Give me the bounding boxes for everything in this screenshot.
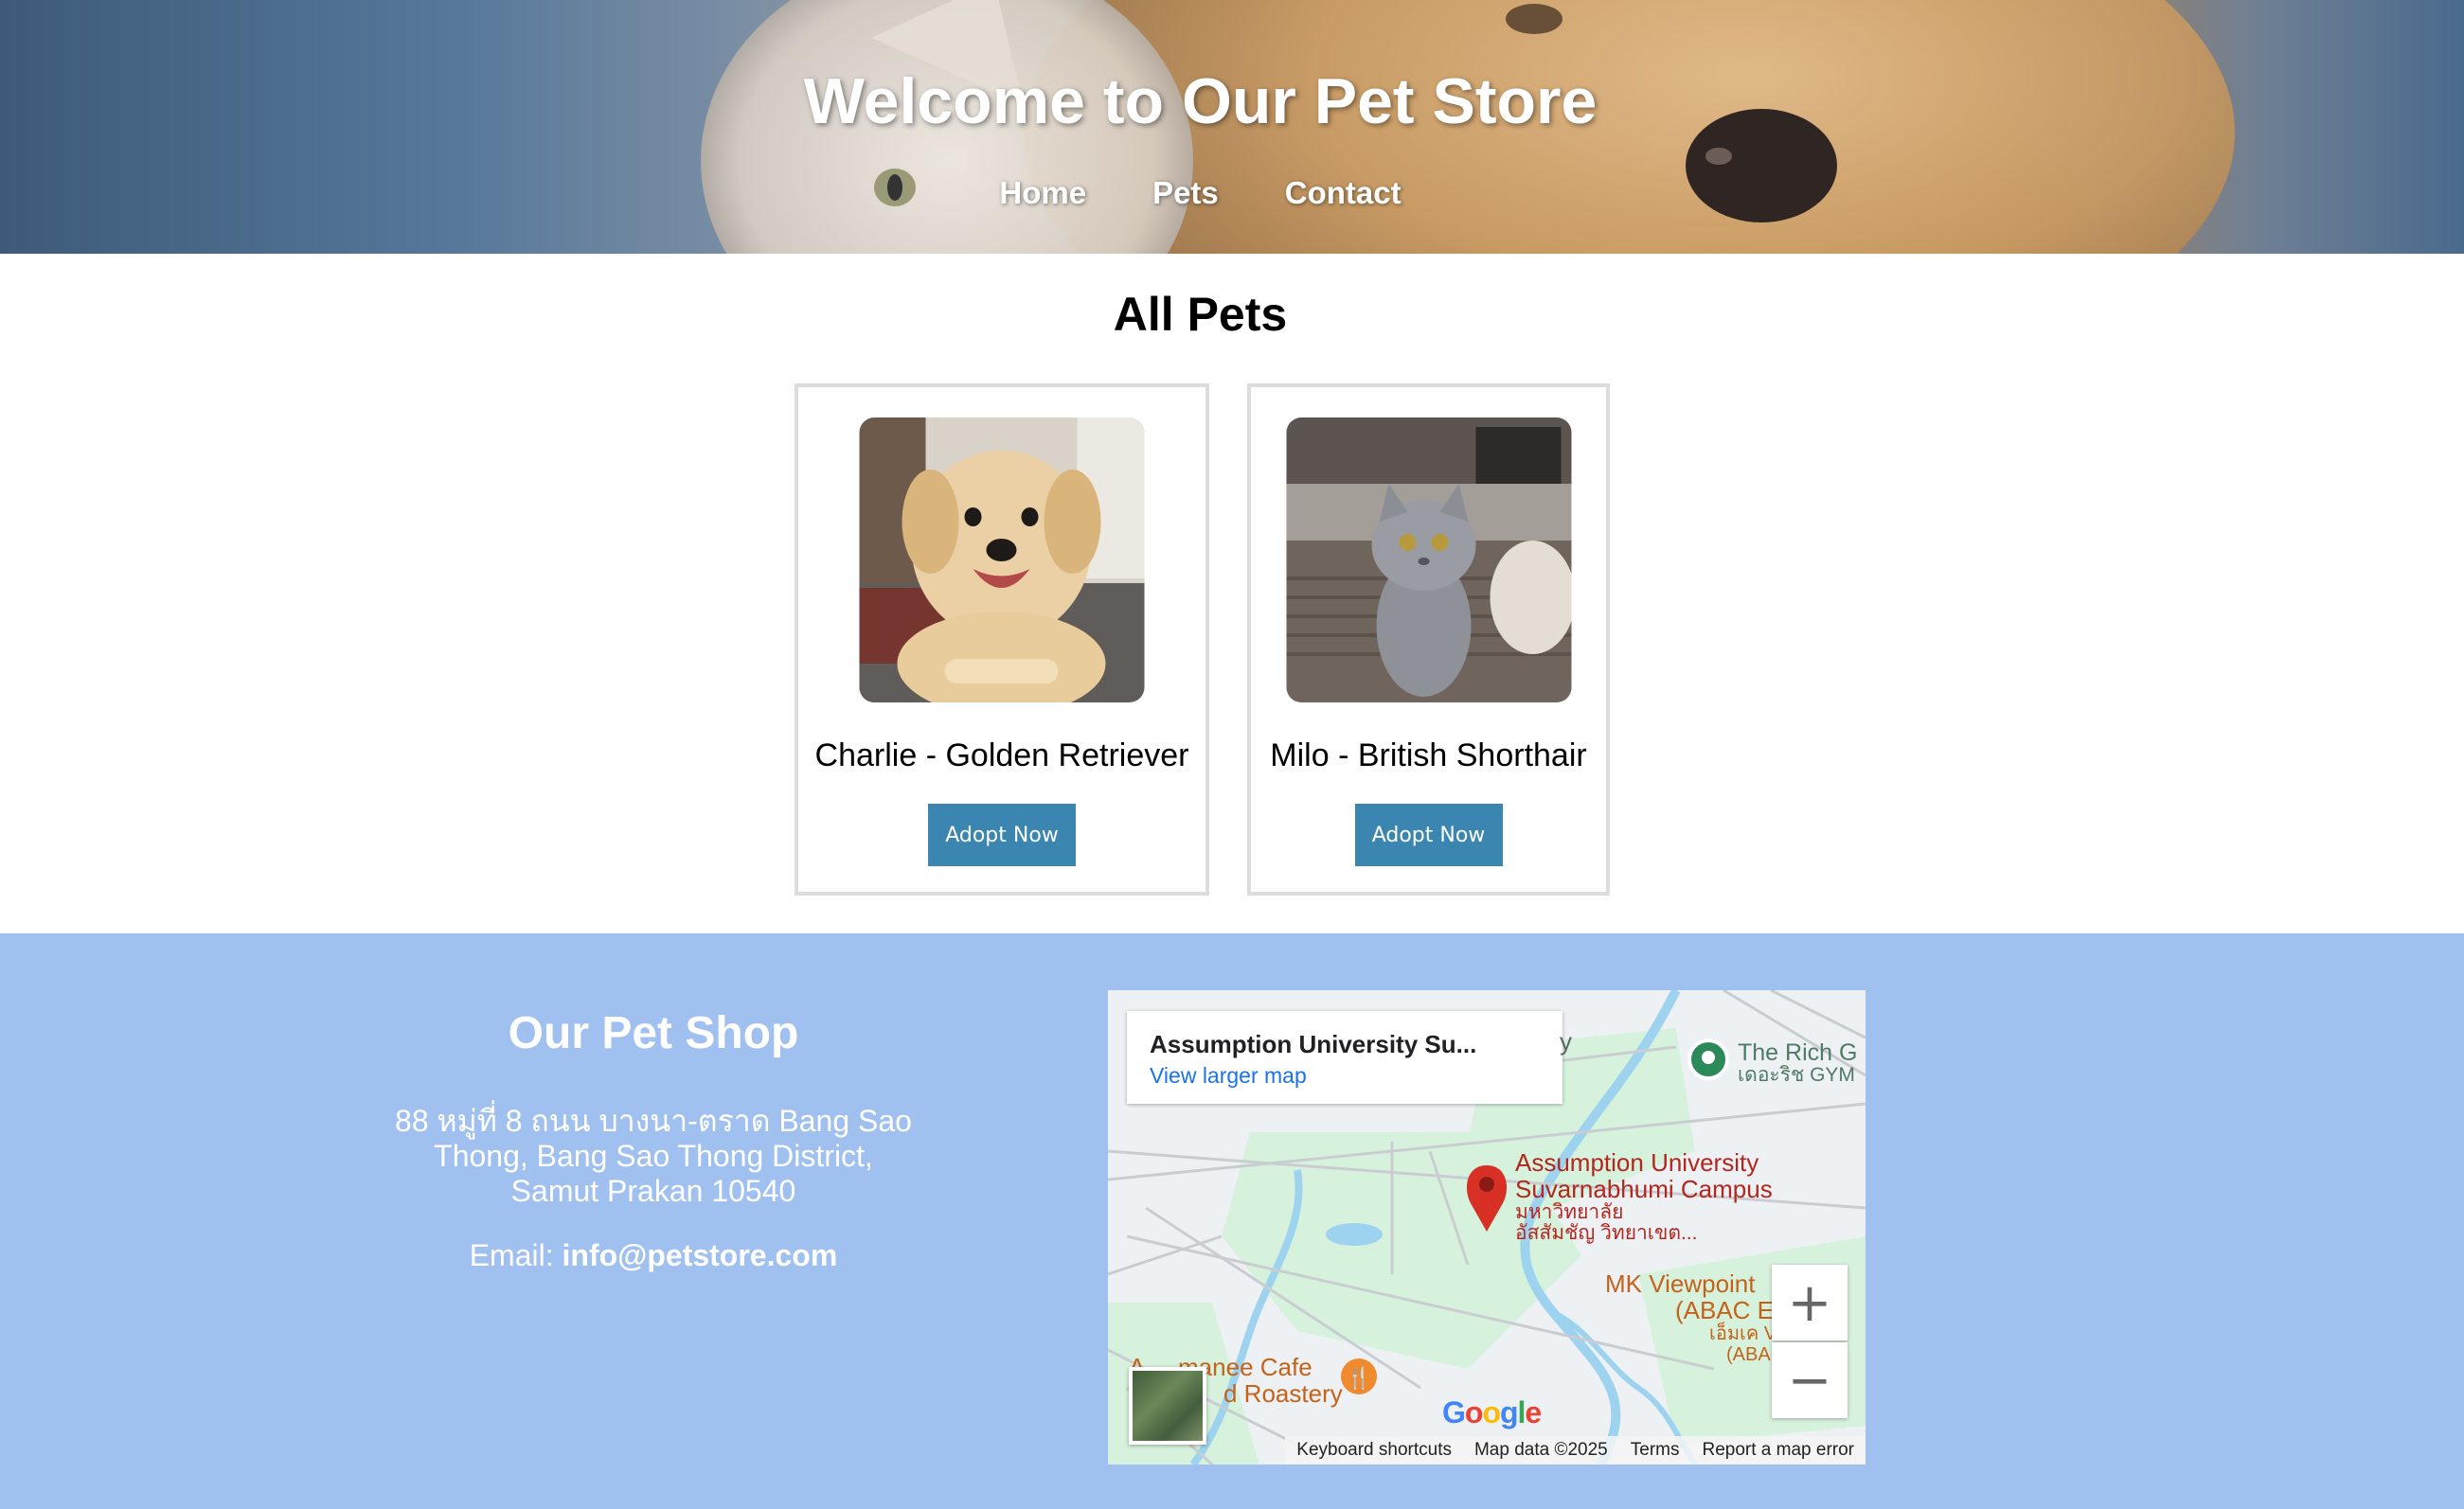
map-label-text: (ABAC E [1675,1296,1775,1324]
map-label-fragment: y [1560,1027,1572,1056]
google-logo: Google [1442,1395,1542,1429]
pet-card-milo: Milo - British Shorthair Adopt Now [1247,383,1610,896]
nav-link-pets[interactable]: Pets [1152,175,1219,211]
pet-photo-golden-retriever [859,417,1145,702]
map-label-line: Suvarnabhumi Campus [1515,1175,1773,1203]
section-title: All Pets [1113,288,1288,341]
embedded-map[interactable]: 🍴 Assumption University Su... View large… [1108,990,1866,1465]
adopt-now-button[interactable]: Adopt Now [1354,804,1503,866]
map-attribution-bar: Keyboard shortcuts Map data ©2025 Terms … [1285,1436,1866,1465]
view-larger-map-link[interactable]: View larger map [1150,1063,1540,1089]
hero-header: Welcome to Our Pet Store Home Pets Conta… [0,0,2464,254]
email-link[interactable]: info@petstore.com [562,1238,838,1272]
map-data-text: Map data ©2025 [1473,1440,1608,1460]
map-satellite-toggle-button[interactable] [1129,1367,1206,1445]
map-zoom-out-button[interactable]: − [1772,1342,1848,1418]
map-label-line: มหาวิทยาลัย [1515,1201,1624,1223]
map-place-title: Assumption University Su... [1150,1030,1477,1058]
pet-name: Milo - British Shorthair [1270,737,1587,773]
address-line: Samut Prakan 10540 [510,1174,796,1208]
nav-link-home[interactable]: Home [999,175,1086,211]
map-label-text: MK Viewpoint [1605,1269,1756,1298]
map-zoom-in-button[interactable]: + [1772,1265,1848,1340]
address-line: 88 หมู่ที่ 8 ถนน บางนา-ตราด Bang Sao [395,1104,912,1138]
keyboard-shortcuts-link[interactable]: Keyboard shortcuts [1296,1440,1452,1461]
map-label-gym-thai: เดอะริช GYM [1738,1064,1855,1086]
map-label-line: Assumption University [1515,1148,1759,1177]
adopt-now-button[interactable]: Adopt Now [928,804,1076,866]
page-title: Welcome to Our Pet Store [803,65,1598,137]
map-label-line: อัสสัมชัญ วิทยาเขต... [1515,1222,1698,1244]
shop-name: Our Pet Shop [508,1008,799,1058]
pet-photo-british-shorthair [1286,417,1571,702]
map-label-gym-name: The Rich G [1738,1039,1858,1066]
nav-link-contact[interactable]: Contact [1285,175,1402,211]
footer: Our Pet Shop 88 หมู่ที่ 8 ถนน บางนา-ตราด… [0,933,2464,1509]
svg-text:🍴: 🍴 [1346,1366,1371,1391]
map-label-assumption[interactable]: Assumption University Suvarnabhumi Campu… [1515,1149,1773,1244]
main-nav: Home Pets Contact [0,175,2401,211]
address-line: Thong, Bang Sao Thong District, [434,1139,873,1173]
pet-card-charlie: Charlie - Golden Retriever Adopt Now [795,383,1209,896]
map-label-gym[interactable]: The Rich G เดอะริช GYM [1738,1039,1857,1085]
map-place-card: Assumption University Su... View larger … [1127,1011,1562,1104]
pet-name: Charlie - Golden Retriever [814,737,1189,773]
report-map-error-link[interactable]: Report a map error [1702,1440,1854,1461]
shop-email: Email: info@petstore.com [350,1238,956,1273]
terms-link[interactable]: Terms [1631,1440,1680,1461]
shop-address: 88 หมู่ที่ 8 ถนน บางนา-ตราด Bang Sao Tho… [384,1104,923,1209]
email-label: Email: [469,1238,554,1272]
